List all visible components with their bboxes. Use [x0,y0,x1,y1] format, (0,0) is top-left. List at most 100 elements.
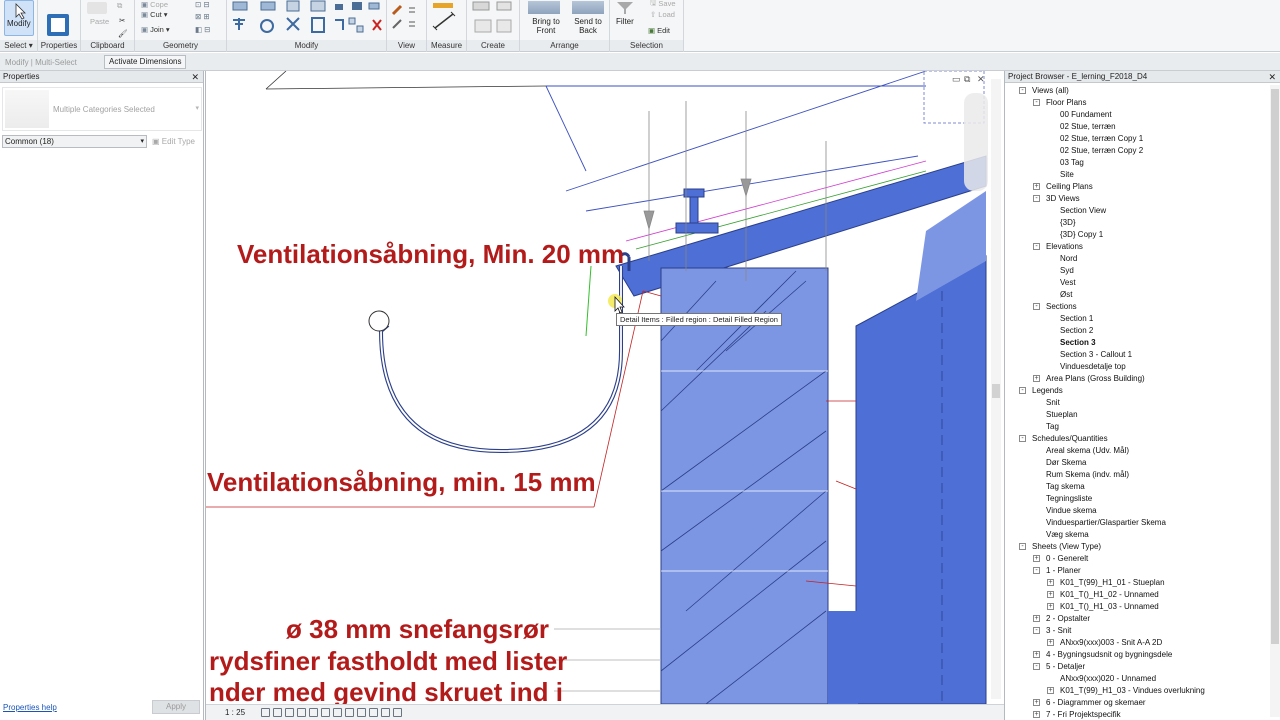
browser-scrollbar[interactable] [1270,85,1280,717]
expand-icon[interactable]: + [1047,579,1054,586]
expand-icon[interactable]: + [1033,615,1040,622]
modify-tools-icons[interactable] [227,0,387,40]
type-selector[interactable]: Multiple Categories Selected ▾ [2,87,202,131]
browser-item[interactable]: 02 Stue, terræn Copy 1 [1060,133,1143,145]
collapse-icon[interactable]: - [1019,435,1026,442]
close-icon[interactable]: ✕ [191,71,199,83]
browser-item[interactable]: Area Plans (Gross Building) + [1033,373,1145,385]
expand-icon[interactable]: + [1033,699,1040,706]
browser-item[interactable]: Schedules/Quantities - [1019,433,1108,445]
apply-button[interactable]: Apply [152,700,200,714]
browser-item[interactable]: Vinduespartier/Glaspartier Skema [1046,517,1166,529]
view-tools-icons[interactable] [387,0,427,40]
send-to-back-button[interactable]: Send to Back [568,17,608,35]
paste-button[interactable]: Paste [90,17,109,26]
browser-item[interactable]: ANxx9(xxx)020 - Unnamed [1060,673,1156,685]
filter-icon[interactable] [615,1,635,15]
create-group-icon[interactable] [467,0,520,40]
browser-item[interactable]: ANxx9(xxx)003 - Snit A-A 2D + [1047,637,1162,649]
edit-type-button[interactable]: ▣ Edit Type [152,137,195,146]
browser-item[interactable]: Nord [1060,253,1077,265]
close-icon[interactable]: ✕ [1268,71,1276,83]
activate-dimensions-button[interactable]: Activate Dimensions [104,55,187,69]
browser-item[interactable]: 4 - Bygningsudsnit og bygningsdele + [1033,649,1172,661]
expand-icon[interactable]: + [1033,555,1040,562]
browser-item[interactable]: Dør Skema [1046,457,1086,469]
browser-item[interactable]: 7 - Fri Projektspecifik + [1033,709,1121,720]
browser-item[interactable]: Tegningsliste [1046,493,1092,505]
properties-help-link[interactable]: Properties help [3,703,57,712]
cut-button[interactable]: ▣ Cut ▾ [141,10,168,19]
browser-item[interactable]: Section View [1060,205,1106,217]
save-selection-button[interactable]: 🖫 Save [650,0,676,10]
collapse-icon[interactable]: - [1033,195,1040,202]
expand-icon[interactable]: + [1033,183,1040,190]
copy-icon[interactable]: ⧉ [117,1,122,11]
bring-to-front-button[interactable]: Bring to Front [528,17,564,35]
browser-item[interactable]: Øst [1060,289,1072,301]
expand-icon[interactable]: + [1033,651,1040,658]
browser-item[interactable]: Vinduesdetalje top [1060,361,1126,373]
browser-item[interactable]: 1 - Planer - [1033,565,1081,577]
view-control-icons[interactable] [261,708,402,717]
browser-item[interactable]: 02 Stue, terræn Copy 2 [1060,145,1143,157]
browser-item[interactable]: Areal skema (Udv. Mål) [1046,445,1129,457]
filter-button[interactable]: Filter [616,17,634,26]
collapse-icon[interactable]: - [1033,627,1040,634]
browser-item[interactable]: Elevations - [1033,241,1083,253]
expand-icon[interactable]: + [1047,603,1054,610]
wall-joins-icon[interactable]: ⊠ ⊞ [195,12,210,21]
browser-item[interactable]: Syd [1060,265,1074,277]
browser-item[interactable]: 02 Stue, terræn [1060,121,1116,133]
browser-item[interactable]: Tag skema [1046,481,1085,493]
load-selection-button[interactable]: ⇧ Load [650,10,675,19]
modify-button[interactable]: Modify [4,0,34,36]
expand-icon[interactable]: + [1033,375,1040,382]
view-vertical-scrollbar[interactable] [991,79,1001,699]
browser-item[interactable]: Rum Skema (indv. mål) [1046,469,1129,481]
collapse-icon[interactable]: - [1033,99,1040,106]
expand-icon[interactable]: + [1047,687,1054,694]
paint-icon[interactable]: 🖌 [118,29,128,38]
browser-item[interactable]: Floor Plans - [1033,97,1086,109]
browser-item[interactable]: Sheets (View Type) - [1019,541,1101,553]
annotation-ventilation-15[interactable]: Ventilationsåbning, min. 15 mm [207,467,596,498]
annotation-ventilation-20[interactable]: Ventilationsåbning, Min. 20 mm [237,239,624,270]
expand-icon[interactable]: + [1047,639,1054,646]
collapse-icon[interactable]: - [1019,543,1026,550]
browser-item[interactable]: Vest [1060,277,1076,289]
collapse-icon[interactable]: - [1033,243,1040,250]
select-dropdown[interactable]: Select ▾ [0,40,37,51]
view-scale[interactable]: 1 : 25 [225,708,245,717]
browser-item[interactable]: K01_T(99)_H1_01 - Stueplan + [1047,577,1165,589]
annotation-snefangsror[interactable]: ø 38 mm snefangsrør [286,614,549,645]
browser-item[interactable]: 6 - Diagrammer og skemaer + [1033,697,1146,709]
drawing-view[interactable]: Ventilationsåbning, Min. 20 mm Ventilati… [205,71,1004,720]
minimize-icon[interactable]: ▭ [952,74,961,85]
measure-icon[interactable] [427,0,467,40]
geometry-tools-icon[interactable]: ⊡ ⊟ [195,0,210,9]
browser-item[interactable]: 0 - Generelt + [1033,553,1088,565]
browser-item[interactable]: Ceiling Plans + [1033,181,1093,193]
collapse-icon[interactable]: - [1033,303,1040,310]
annotation-krydsfiner[interactable]: rydsfiner fastholdt med lister [209,646,567,677]
browser-item[interactable]: Section 3 - Callout 1 [1060,349,1132,361]
browser-item[interactable]: Site [1060,169,1074,181]
browser-item[interactable]: 3D Views - [1033,193,1080,205]
browser-item[interactable]: 3 - Snit - [1033,625,1071,637]
browser-item[interactable]: Legends - [1019,385,1063,397]
browser-item[interactable]: {3D} [1060,217,1076,229]
cope-button[interactable]: ▣ Cope [141,0,168,9]
browser-item[interactable]: Section 2 [1060,325,1093,337]
collapse-icon[interactable]: - [1033,567,1040,574]
browser-item[interactable]: 5 - Detaljer - [1033,661,1085,673]
browser-item[interactable]: 03 Tag [1060,157,1084,169]
browser-item[interactable]: Tag [1046,421,1059,433]
collapse-icon[interactable]: - [1019,87,1026,94]
browser-item[interactable]: 2 - Opstalter + [1033,613,1090,625]
browser-item[interactable]: Sections - [1033,301,1077,313]
properties-icon[interactable] [47,14,69,36]
browser-item[interactable]: K01_T(99)_H1_03 - Vindues overlukning + [1047,685,1205,697]
browser-item[interactable]: K01_T()_H1_02 - Unnamed + [1047,589,1159,601]
expand-icon[interactable]: + [1033,711,1040,718]
